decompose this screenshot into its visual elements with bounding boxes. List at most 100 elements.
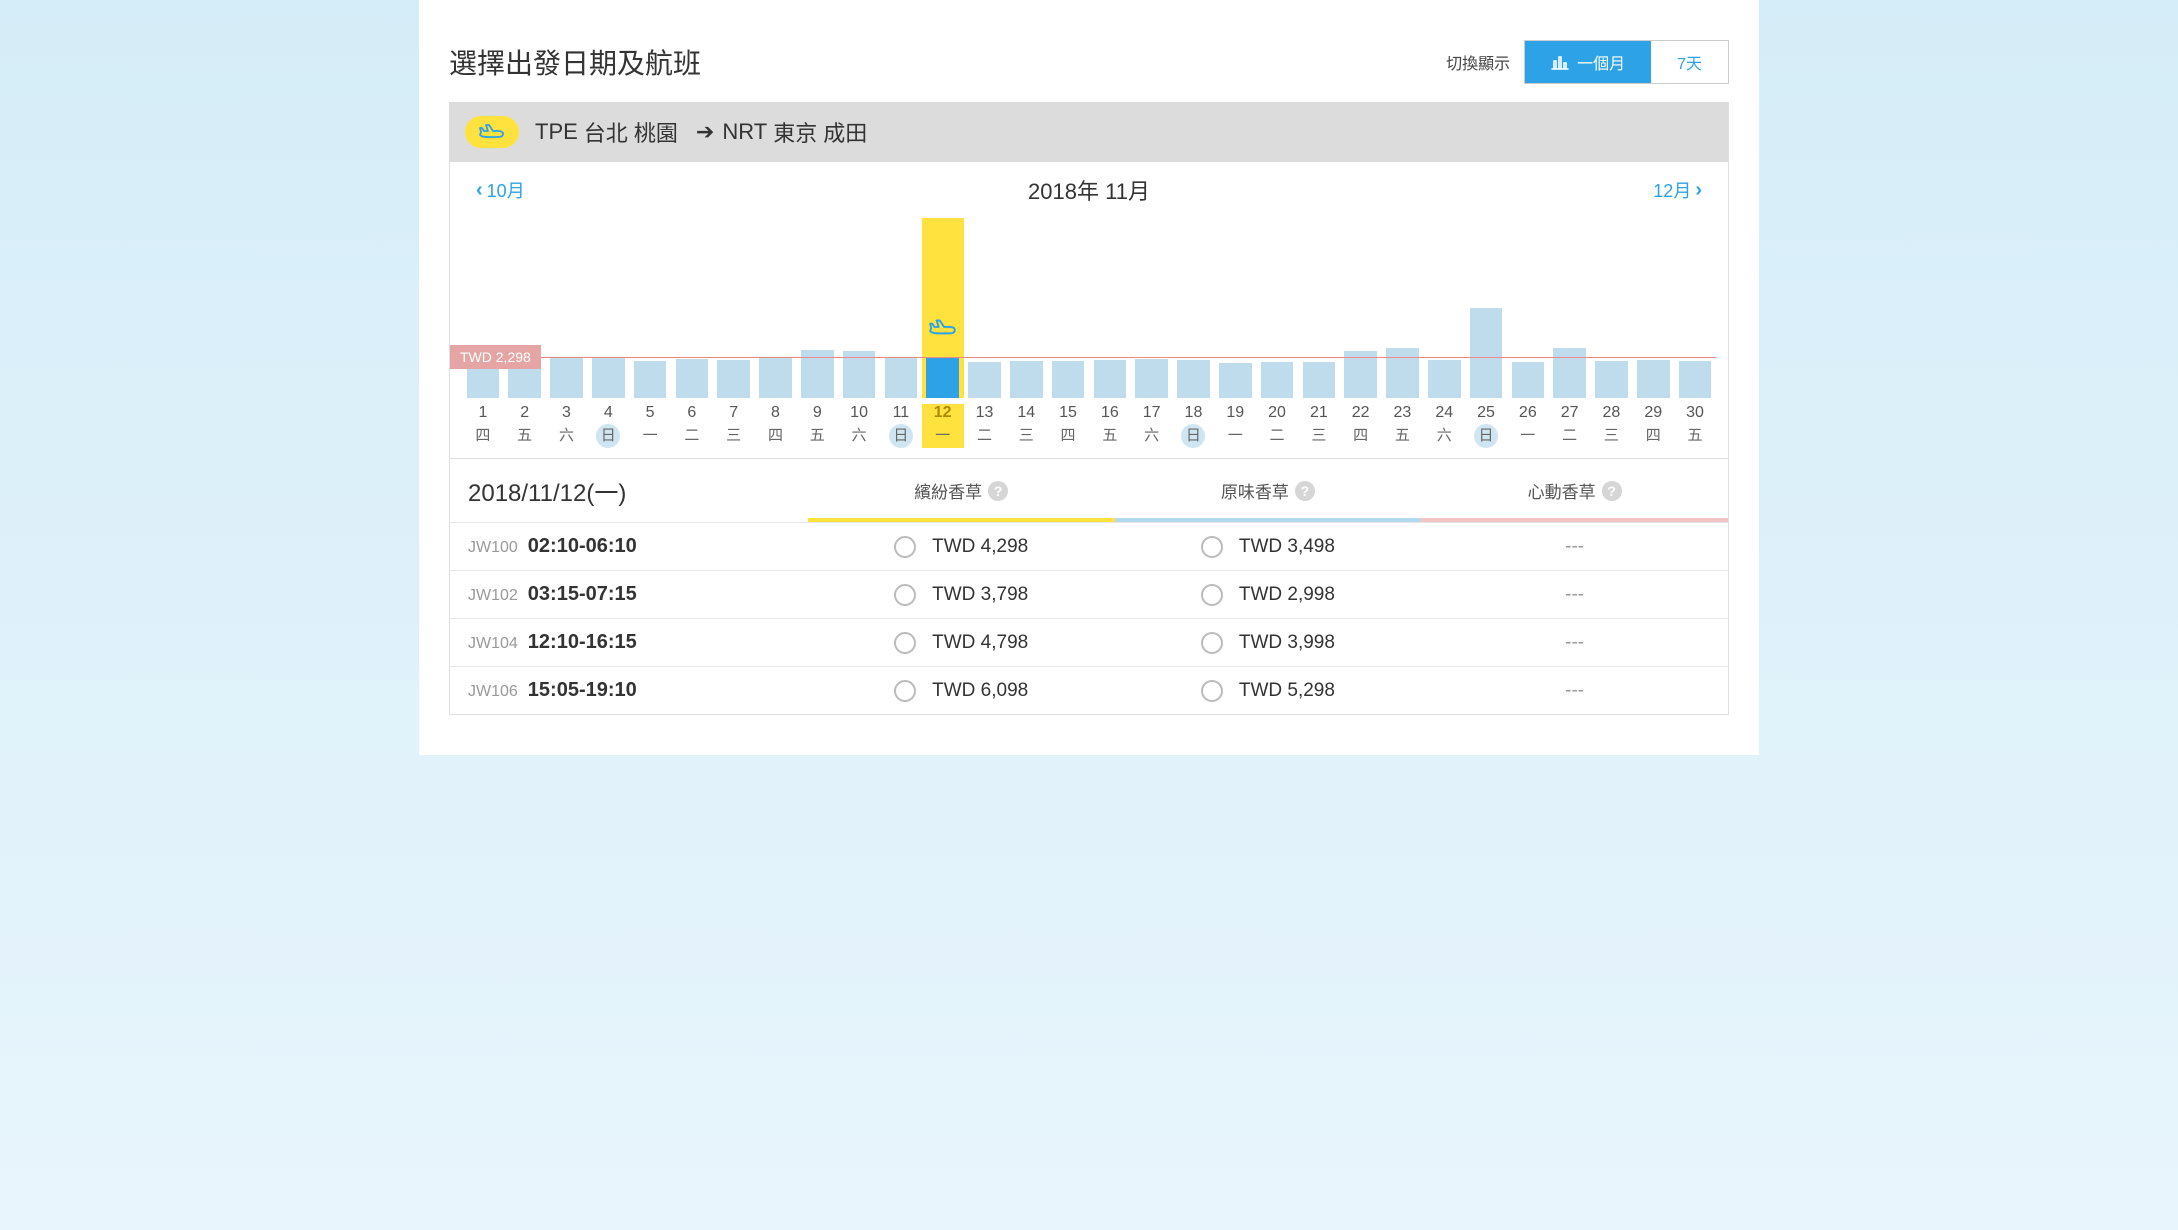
- price-bar-day-21[interactable]: [1298, 218, 1340, 398]
- date-cell-11[interactable]: 11日: [880, 404, 922, 448]
- price-bar-day-1[interactable]: [462, 218, 504, 398]
- price-bar-day-10[interactable]: [838, 218, 880, 398]
- date-cell-2[interactable]: 2五: [504, 404, 546, 448]
- help-icon[interactable]: ?: [988, 481, 1008, 501]
- date-cell-6[interactable]: 6二: [671, 404, 713, 448]
- price-bar-day-12[interactable]: [922, 218, 964, 398]
- fare-option-original[interactable]: TWD 3,998: [1115, 632, 1422, 654]
- flight-id: JW10412:10-16:15: [450, 631, 808, 654]
- price-bar-day-11[interactable]: [880, 218, 922, 398]
- date-cell-5[interactable]: 5一: [629, 404, 671, 448]
- radio-icon: [894, 536, 916, 558]
- flight-id: JW102 03:15-07:15: [450, 583, 808, 606]
- plane-marker-icon: [928, 318, 958, 343]
- price-bar-day-14[interactable]: [1005, 218, 1047, 398]
- date-cell-9[interactable]: 9五: [796, 404, 838, 448]
- view-toggle: 切換顯示 一個月 7天: [1446, 40, 1729, 84]
- flight-time: 03:15-07:15: [528, 583, 637, 606]
- date-cell-30[interactable]: 30五: [1674, 404, 1716, 448]
- date-cell-25[interactable]: 25日: [1465, 404, 1507, 448]
- date-cell-26[interactable]: 26一: [1507, 404, 1549, 448]
- date-cell-21[interactable]: 21三: [1298, 404, 1340, 448]
- price-bar-day-2[interactable]: [504, 218, 546, 398]
- date-cell-18[interactable]: 18日: [1173, 404, 1215, 448]
- fare-type-colorful: 繽紛香草 ?: [808, 459, 1115, 522]
- date-cell-1[interactable]: 1四: [462, 404, 504, 448]
- fare-option-original[interactable]: TWD 2,998: [1115, 584, 1422, 606]
- fare-option-original[interactable]: TWD 5,298: [1115, 680, 1422, 702]
- radio-icon: [1201, 632, 1223, 654]
- price-bar-day-4[interactable]: [587, 218, 629, 398]
- toggle-label: 切換顯示: [1446, 50, 1510, 74]
- next-month-button[interactable]: 12月 ›: [1653, 177, 1706, 203]
- prev-month-button[interactable]: ‹ 10月: [472, 177, 525, 203]
- page-title: 選擇出發日期及航班: [449, 42, 701, 82]
- price-bar-day-13[interactable]: [964, 218, 1006, 398]
- price-bar-day-27[interactable]: [1549, 218, 1591, 398]
- fare-option-colorful[interactable]: TWD 4,798: [808, 632, 1115, 654]
- date-cell-17[interactable]: 17六: [1131, 404, 1173, 448]
- price-bar-day-29[interactable]: [1632, 218, 1674, 398]
- price-bar-day-9[interactable]: [796, 218, 838, 398]
- price-bar-day-25[interactable]: [1465, 218, 1507, 398]
- flight-row: JW10002:10-06:10TWD 4,298TWD 3,498---: [450, 522, 1728, 570]
- date-cell-3[interactable]: 3六: [546, 404, 588, 448]
- price-bar-day-28[interactable]: [1591, 218, 1633, 398]
- fare-option-special: ---: [1421, 632, 1728, 654]
- date-cell-23[interactable]: 23五: [1382, 404, 1424, 448]
- date-cell-14[interactable]: 14三: [1005, 404, 1047, 448]
- price-bar-day-7[interactable]: [713, 218, 755, 398]
- price-bar-day-20[interactable]: [1256, 218, 1298, 398]
- date-cell-12[interactable]: 12一: [922, 404, 964, 448]
- price-indicator-line: [462, 357, 1716, 358]
- dest-city: 東京 成田: [773, 116, 867, 148]
- date-cell-7[interactable]: 7三: [713, 404, 755, 448]
- price-bar-day-22[interactable]: [1340, 218, 1382, 398]
- price-chart: TWD 2,298: [450, 212, 1728, 398]
- flight-row: JW10412:10-16:15TWD 4,798TWD 3,998---: [450, 618, 1728, 666]
- price-bar-day-16[interactable]: [1089, 218, 1131, 398]
- price-bar-day-8[interactable]: [755, 218, 797, 398]
- calendar-title: 2018年 11月: [1028, 174, 1150, 206]
- date-cell-4[interactable]: 4日: [587, 404, 629, 448]
- date-cell-19[interactable]: 19一: [1214, 404, 1256, 448]
- price-bar-day-6[interactable]: [671, 218, 713, 398]
- date-cell-28[interactable]: 28三: [1591, 404, 1633, 448]
- radio-icon: [1201, 536, 1223, 558]
- price-bar-day-18[interactable]: [1173, 218, 1215, 398]
- fare-option-colorful[interactable]: TWD 3,798: [808, 584, 1115, 606]
- price-bar-day-17[interactable]: [1131, 218, 1173, 398]
- date-cell-24[interactable]: 24六: [1423, 404, 1465, 448]
- selected-date-label: 2018/11/12(一): [450, 459, 808, 522]
- toggle-week-button[interactable]: 7天: [1651, 41, 1728, 83]
- flight-time: 12:10-16:15: [528, 631, 637, 654]
- price-bar-day-15[interactable]: [1047, 218, 1089, 398]
- chevron-right-icon: ›: [1695, 179, 1702, 202]
- flight-number: JW100: [468, 539, 518, 557]
- date-cell-27[interactable]: 27二: [1549, 404, 1591, 448]
- price-bar-day-5[interactable]: [629, 218, 671, 398]
- fare-option-original[interactable]: TWD 3,498: [1115, 536, 1422, 558]
- date-cell-10[interactable]: 10六: [838, 404, 880, 448]
- price-bar-day-30[interactable]: [1674, 218, 1716, 398]
- date-cell-20[interactable]: 20二: [1256, 404, 1298, 448]
- radio-icon: [1201, 680, 1223, 702]
- price-bar-day-19[interactable]: [1214, 218, 1256, 398]
- flight-number: JW102: [468, 587, 518, 605]
- price-bar-day-24[interactable]: [1423, 218, 1465, 398]
- price-bar-day-3[interactable]: [546, 218, 588, 398]
- price-bar-day-26[interactable]: [1507, 218, 1549, 398]
- date-cell-16[interactable]: 16五: [1089, 404, 1131, 448]
- help-icon[interactable]: ?: [1602, 481, 1622, 501]
- date-cell-15[interactable]: 15四: [1047, 404, 1089, 448]
- fare-option-special: ---: [1421, 536, 1728, 558]
- date-cell-8[interactable]: 8四: [755, 404, 797, 448]
- fare-option-colorful[interactable]: TWD 4,298: [808, 536, 1115, 558]
- help-icon[interactable]: ?: [1295, 481, 1315, 501]
- date-cell-13[interactable]: 13二: [964, 404, 1006, 448]
- price-bar-day-23[interactable]: [1382, 218, 1424, 398]
- toggle-month-button[interactable]: 一個月: [1525, 41, 1651, 83]
- date-cell-29[interactable]: 29四: [1632, 404, 1674, 448]
- date-cell-22[interactable]: 22四: [1340, 404, 1382, 448]
- fare-option-colorful[interactable]: TWD 6,098: [808, 680, 1115, 702]
